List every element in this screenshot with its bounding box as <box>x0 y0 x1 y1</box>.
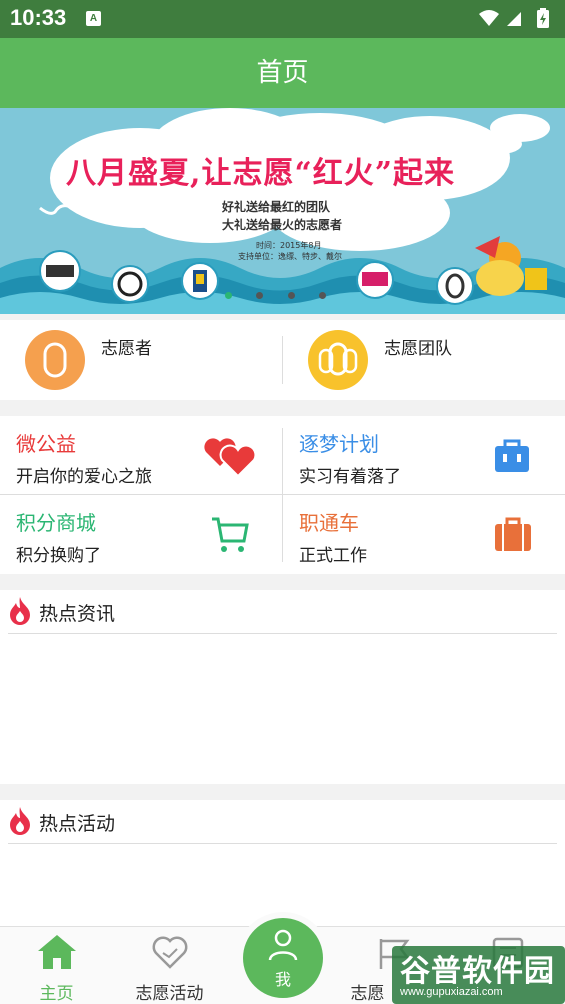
watermark-url: www.gupuxiazai.com <box>400 986 503 998</box>
card-subtitle: 正式工作 <box>299 546 367 566</box>
nav-me-label: 我 <box>274 970 291 989</box>
nav-me-button[interactable]: 我 <box>243 918 323 998</box>
grid-divider <box>282 428 283 562</box>
volunteer-label: 志愿者 <box>101 339 152 359</box>
pager-dot[interactable] <box>256 292 263 299</box>
promo-banner[interactable]: 八月盛夏,让志愿“红火”起来 好礼送给最红的团队 大礼送给最火的志愿者 时间：2… <box>0 108 565 314</box>
card-title: 微公益 <box>16 432 76 456</box>
page-title: 首页 <box>0 38 565 108</box>
quick-divider <box>282 336 283 384</box>
wifi-signal-battery-icon <box>479 8 549 28</box>
career-bus-card[interactable]: 职通车 正式工作 <box>283 495 565 574</box>
nav-home-label: 主页 <box>39 984 74 1004</box>
home-icon <box>36 933 78 975</box>
hearts-icon <box>202 432 258 482</box>
status-time: 10:33 <box>10 5 67 30</box>
pager-dot[interactable] <box>225 292 232 299</box>
dream-plan-card[interactable]: 逐梦计划 实习有着落了 <box>283 416 565 495</box>
section-title: 热点资讯 <box>39 603 116 625</box>
points-mall-card[interactable]: 积分商城 积分换购了 <box>0 495 282 574</box>
hot-news-section: 热点资讯 <box>0 590 565 784</box>
card-subtitle: 积分换购了 <box>16 546 101 566</box>
cart-icon <box>210 515 250 559</box>
quick-links: 志愿者 志愿团队 <box>0 320 565 400</box>
card-title: 积分商城 <box>16 511 96 535</box>
nav-activities[interactable]: 志愿活动 <box>113 927 226 1004</box>
section-title: 热点活动 <box>39 813 116 835</box>
status-icons <box>477 8 555 30</box>
briefcase-blue-icon <box>493 436 531 478</box>
section-header: 热点资讯 <box>8 590 557 634</box>
banner-line-1: 好礼送给最红的团队 <box>222 200 331 214</box>
micro-charity-card[interactable]: 微公益 开启你的爱心之旅 <box>0 416 282 495</box>
site-watermark: 谷普软件园 www.gupuxiazai.com <box>392 946 565 1004</box>
team-icon <box>308 330 368 390</box>
feature-grid: 微公益 开启你的爱心之旅 逐梦计划 实习有着落了 积分商城 积分换购了 职通车 … <box>0 416 565 574</box>
pager-dot[interactable] <box>319 292 326 299</box>
pager-dot[interactable] <box>288 292 295 299</box>
watermark-text: 谷普软件园 <box>400 954 555 989</box>
person-icon <box>267 928 299 968</box>
hot-activities-section: 热点活动 <box>0 800 565 926</box>
banner-sponsor: 支持单位：逸缥、特步、戴尔 <box>238 252 342 261</box>
nav-activities-label: 志愿活动 <box>135 984 204 1004</box>
volunteer-icon <box>25 330 85 390</box>
heart-hand-icon <box>151 933 189 975</box>
team-label: 志愿团队 <box>384 339 452 359</box>
card-subtitle: 实习有着落了 <box>299 467 401 487</box>
card-subtitle: 开启你的爱心之旅 <box>16 467 152 487</box>
banner-headline: 八月盛夏,让志愿“红火”起来 <box>66 156 455 191</box>
card-title: 逐梦计划 <box>299 432 379 456</box>
section-header: 热点活动 <box>8 800 557 844</box>
banner-line-2: 大礼送给最火的志愿者 <box>222 218 343 232</box>
status-bar: 10:33 A <box>0 0 565 38</box>
nav-home[interactable]: 主页 <box>0 927 113 1004</box>
fire-icon <box>8 597 32 629</box>
fire-icon <box>8 807 32 839</box>
notification-a-icon: A <box>86 11 101 26</box>
banner-time: 时间：2015年8月 <box>256 241 322 250</box>
card-title: 职通车 <box>299 511 359 535</box>
briefcase-orange-icon <box>493 515 533 557</box>
